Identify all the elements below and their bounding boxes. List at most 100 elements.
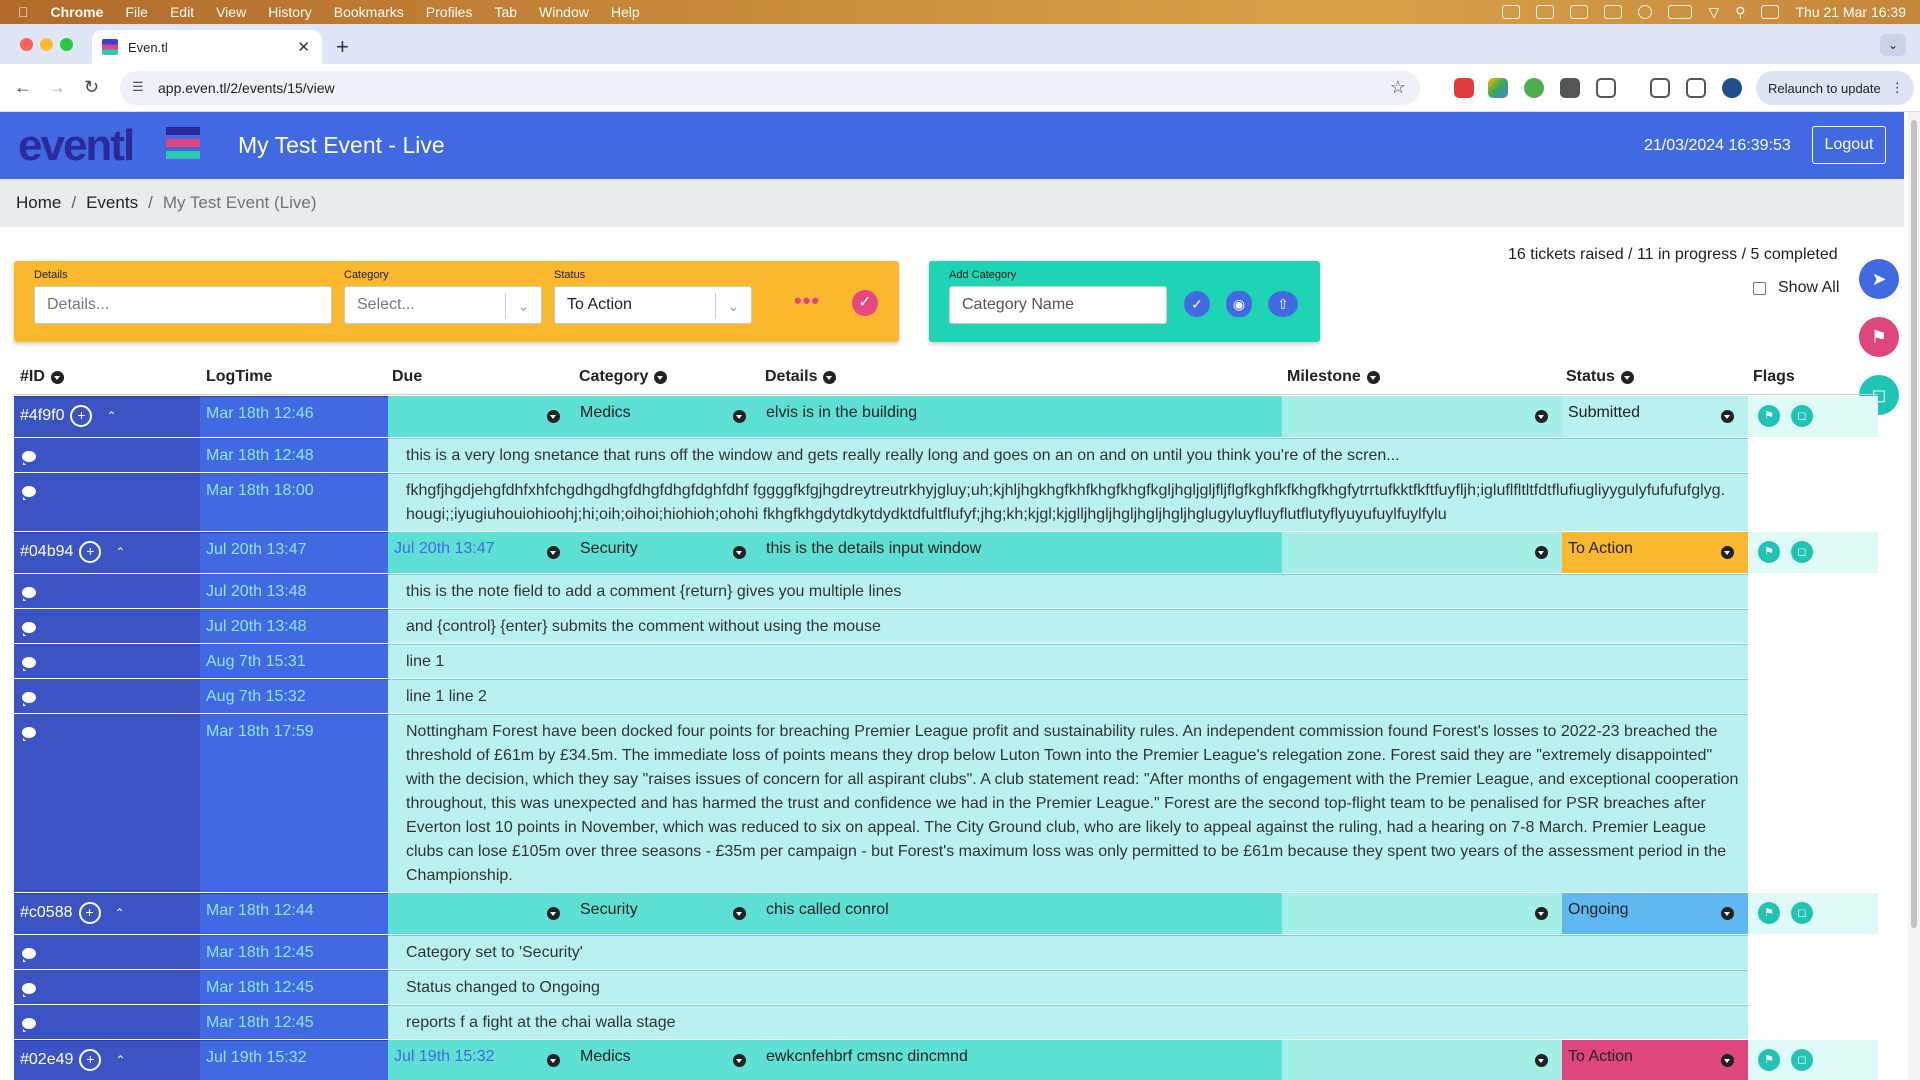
category-filter-select[interactable]: Select... ⌄ (344, 286, 542, 324)
ticket-id-cell[interactable]: #02e49 + ⌃ (14, 1040, 200, 1080)
menu-profiles[interactable]: Profiles (426, 4, 473, 20)
ticket-category-cell[interactable]: Medics (574, 1040, 760, 1080)
ticket-category-cell[interactable]: Medics (574, 396, 760, 437)
dropdown-icon[interactable] (1721, 1054, 1734, 1067)
details-filter-input[interactable]: Details... (34, 286, 332, 324)
dropdown-icon[interactable] (733, 410, 746, 423)
menu-edit[interactable]: Edit (170, 4, 194, 20)
ticket-id-cell[interactable]: #c0588 + ⌃ (14, 893, 200, 934)
category-name-input[interactable]: Category Name (949, 286, 1167, 324)
upload-cloud-icon[interactable]: ⇧ (1268, 291, 1298, 317)
adblock-icon[interactable] (1454, 78, 1474, 98)
ticket-due-cell[interactable] (388, 893, 574, 934)
menu-window[interactable]: Window (539, 4, 589, 20)
address-bar[interactable]: ☰ app.even.tl/2/events/15/view ☆ (120, 71, 1420, 105)
ticket-id[interactable]: #c0588 (20, 904, 73, 921)
dropdown-icon[interactable] (1721, 546, 1734, 559)
menu-view[interactable]: View (216, 4, 246, 20)
reading-list-icon[interactable] (1650, 78, 1670, 98)
dropdown-icon[interactable] (547, 907, 560, 920)
extensions-puzzle-icon[interactable] (1596, 78, 1616, 98)
close-window-button[interactable] (20, 38, 33, 51)
cloud-icon[interactable] (1536, 5, 1555, 19)
scrollbar-thumb[interactable] (1911, 120, 1917, 928)
profile-avatar-icon[interactable] (1722, 78, 1742, 98)
view-eye-icon[interactable]: ◉ (1226, 291, 1252, 317)
logo[interactable]: eventl (18, 124, 135, 168)
ticket-status-cell[interactable]: Submitted (1562, 396, 1748, 437)
ticket-milestone-cell[interactable] (1282, 1040, 1562, 1080)
menu-tab[interactable]: Tab (494, 4, 517, 20)
drive-extension-icon[interactable] (1488, 78, 1508, 98)
wifi-icon[interactable]: ▽ (1708, 4, 1719, 21)
more-vert-icon[interactable]: ⋮ (1891, 80, 1904, 96)
medical-kit-icon[interactable]: ◻ (1791, 541, 1813, 563)
add-note-icon[interactable]: + (78, 902, 101, 924)
sort-icon[interactable] (1366, 370, 1380, 384)
bookmark-star-icon[interactable]: ☆ (1390, 77, 1406, 98)
drive-icon[interactable] (1570, 5, 1589, 19)
dropdown-icon[interactable] (1535, 1054, 1548, 1067)
col-status[interactable]: Status (1566, 368, 1634, 386)
ticket-id-cell[interactable]: #04b94 + ⌃ (14, 532, 200, 573)
battery-icon[interactable] (1668, 5, 1693, 19)
ticket-details[interactable]: elvis is in the building (760, 396, 1282, 437)
zoom-window-button[interactable] (60, 38, 73, 51)
apple-icon[interactable]:  (18, 4, 29, 20)
ticket-id[interactable]: #4f9f0 (20, 407, 64, 424)
dropdown-icon[interactable] (1721, 410, 1734, 423)
signpost-icon[interactable]: ➤ (1859, 259, 1899, 299)
ticket-status-cell[interactable]: To Action (1562, 532, 1748, 573)
browser-tab[interactable]: Even.tl ✕ (92, 30, 322, 64)
medical-kit-icon[interactable]: ◻ (1791, 1049, 1813, 1071)
dropdown-icon[interactable] (1535, 546, 1548, 559)
sort-icon[interactable] (1620, 370, 1634, 384)
dropdown-icon[interactable] (733, 907, 746, 920)
ticket-due-cell[interactable]: Jul 19th 15:32 (388, 1040, 574, 1080)
menubar-datetime[interactable]: Thu 21 Mar 16:39 (1795, 4, 1906, 20)
ticket-id[interactable]: #04b94 (20, 543, 73, 560)
add-note-icon[interactable]: + (79, 541, 102, 563)
breadcrumb-home[interactable]: Home (16, 193, 61, 213)
ticket-due-cell[interactable] (388, 396, 574, 437)
collapse-chevron-icon[interactable]: ⌃ (115, 545, 125, 559)
show-all-checkbox[interactable] (1753, 281, 1766, 295)
ticket-category-cell[interactable]: Security (574, 532, 760, 573)
collapse-chevron-icon[interactable]: ⌃ (115, 1053, 125, 1067)
dropdown-icon[interactable] (733, 546, 746, 559)
ticket-details[interactable]: ewkcnfehbrf cmsnc dincmnd (760, 1040, 1282, 1080)
apply-filter-check-icon[interactable]: ✓ (852, 290, 878, 316)
col-milestone[interactable]: Milestone (1287, 368, 1380, 386)
menu-file[interactable]: File (125, 4, 148, 20)
flag-icon[interactable]: ⚑ (1758, 541, 1780, 563)
menu-app-name[interactable]: Chrome (51, 4, 104, 20)
scrollbar[interactable] (1908, 112, 1920, 1080)
ticket-milestone-cell[interactable] (1282, 396, 1562, 437)
site-info-icon[interactable]: ☰ (132, 79, 144, 95)
col-category[interactable]: Category (579, 368, 668, 386)
ticket-id-cell[interactable]: #4f9f0 + ⌃ (14, 396, 200, 437)
medical-kit-icon[interactable]: ◻ (1791, 405, 1813, 427)
ticket-details[interactable]: chis called conrol (760, 893, 1282, 934)
collapse-chevron-icon[interactable]: ⌃ (106, 409, 116, 423)
status-filter-select[interactable]: To Action ⌄ (554, 286, 752, 324)
medical-kit-icon[interactable]: ◻ (1791, 902, 1813, 924)
flag-icon[interactable]: ⚑ (1758, 405, 1780, 427)
show-all-toggle[interactable]: Show All (1753, 279, 1839, 297)
sort-icon[interactable] (654, 370, 668, 384)
more-options-button[interactable]: ••• (794, 288, 820, 314)
minimize-window-button[interactable] (40, 38, 53, 51)
dropdown-icon[interactable] (733, 1054, 746, 1067)
sort-icon[interactable] (823, 370, 837, 384)
ticket-milestone-cell[interactable] (1282, 532, 1562, 573)
new-tab-button[interactable]: + (336, 34, 349, 60)
flag-icon[interactable]: ⚑ (1758, 902, 1780, 924)
flag-icon[interactable]: ⚑ (1758, 1049, 1780, 1071)
dropbox-icon[interactable] (1502, 5, 1521, 19)
extension-circle-icon[interactable] (1524, 78, 1544, 98)
logout-button[interactable]: Logout (1812, 126, 1886, 164)
close-tab-icon[interactable]: ✕ (297, 38, 310, 56)
breadcrumb-events[interactable]: Events (86, 193, 138, 213)
ticket-status-cell[interactable]: To Action (1562, 1040, 1748, 1080)
menu-history[interactable]: History (268, 4, 312, 20)
